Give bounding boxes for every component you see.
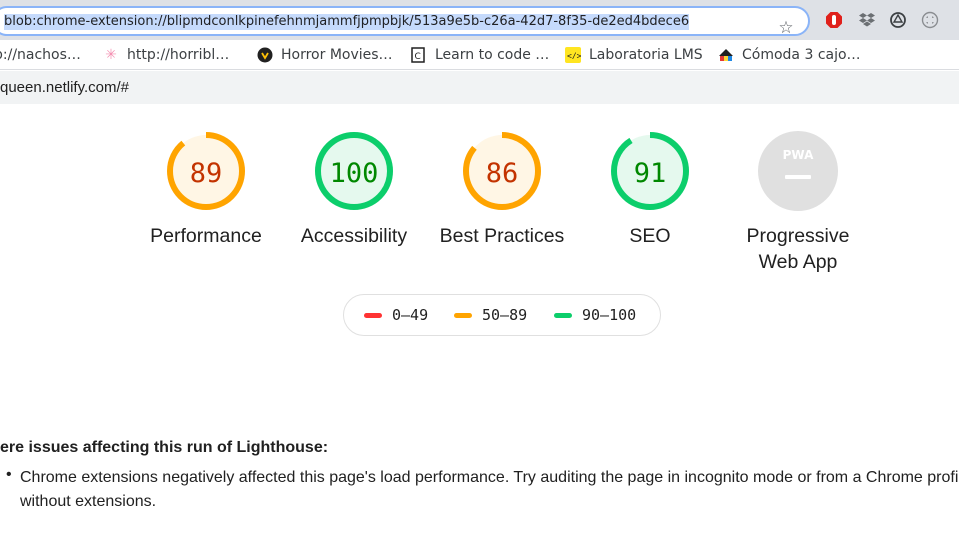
- bookmark-laboratoria[interactable]: </> Laboratoria LMS: [565, 45, 703, 65]
- address-bar[interactable]: blob:chrome-extension://blipmdconlkpinef…: [0, 6, 810, 38]
- extension-icon[interactable]: [921, 11, 939, 29]
- legend-average-swatch: [454, 312, 472, 318]
- pwa-label-line2: Web App: [758, 251, 838, 273]
- sparkle-icon: ✳: [105, 47, 117, 63]
- svg-text:C: C: [415, 52, 421, 62]
- address-bar-url[interactable]: blob:chrome-extension://blipmdconlkpinef…: [4, 14, 690, 30]
- seo-score: 91: [634, 158, 667, 189]
- performance-score: 89: [190, 158, 223, 189]
- seo-score-gauge: 91: [611, 132, 689, 210]
- svg-text:</>: </>: [567, 52, 581, 61]
- gauge-seo[interactable]: 91 SEO: [585, 130, 715, 249]
- dropbox-extension-icon[interactable]: [858, 11, 876, 29]
- seo-label: SEO: [629, 225, 671, 247]
- accessibility-score-gauge: 100: [315, 132, 393, 210]
- best-practices-score-gauge: 86: [463, 132, 541, 210]
- bookmark-learn-to-code[interactable]: C Learn to code …: [411, 45, 549, 65]
- laboratoria-icon: </>: [565, 47, 581, 63]
- gauge-pwa[interactable]: PWA Progressive Web App: [733, 130, 863, 275]
- bookmark-nachos[interactable]: p://nachos…: [0, 45, 81, 65]
- accessibility-label: Accessibility: [300, 225, 408, 247]
- accessibility-score: 100: [330, 158, 379, 189]
- pwa-badge-text: PWA: [783, 148, 814, 162]
- adblock-extension-icon[interactable]: [825, 11, 843, 29]
- pwa-badge-icon: PWA: [758, 131, 838, 211]
- openai-extension-icon[interactable]: [889, 11, 907, 29]
- bookmark-label: p://nachos…: [0, 47, 81, 63]
- store-icon: [719, 49, 733, 61]
- pwa-label: Progressive Web App: [733, 223, 863, 275]
- gauge-performance[interactable]: 89 Performance: [141, 130, 271, 249]
- bookmark-label: Cómoda 3 cajo…: [742, 47, 861, 63]
- best-practices-label: Best Practices: [439, 225, 565, 247]
- gauge-accessibility[interactable]: 100 Accessibility: [289, 130, 419, 249]
- warning-item: Chrome extensions negatively affected th…: [20, 469, 959, 510]
- horror-icon: [257, 47, 273, 63]
- performance-label: Performance: [150, 225, 262, 247]
- legend-fail: 0–49: [364, 306, 428, 324]
- bookmark-label: http://horribl…: [127, 47, 230, 63]
- pwa-label-line1: Progressive: [746, 225, 850, 247]
- legend-pass: 90–100: [554, 306, 636, 324]
- warnings-title: ere issues affecting this run of Lightho…: [0, 439, 329, 456]
- legend-pass-swatch: [554, 312, 572, 318]
- legend-average: 50–89: [454, 306, 527, 324]
- gauge-best-practices[interactable]: 86 Best Practices: [437, 130, 567, 249]
- legend-fail-swatch: [364, 312, 382, 318]
- legend-pass-range: 90–100: [582, 306, 637, 324]
- score-scale-legend: 0–49 50–89 90–100: [343, 294, 661, 336]
- report-url: queen.netlify.com/#: [0, 79, 129, 96]
- bookmark-label: Learn to code …: [435, 47, 550, 63]
- bookmark-label: Horror Movies…: [281, 47, 393, 63]
- report-url-bar: queen.netlify.com/#: [0, 71, 959, 104]
- bookmark-star-icon[interactable]: ☆: [776, 18, 796, 38]
- legend-average-range: 50–89: [482, 306, 528, 324]
- best-practices-score: 86: [486, 158, 519, 189]
- bookmark-horror-movies[interactable]: Horror Movies…: [257, 45, 393, 65]
- legend-fail-range: 0–49: [392, 306, 429, 324]
- bookmark-horribl[interactable]: ✳ http://horribl…: [103, 45, 229, 65]
- performance-score-gauge: 89: [167, 132, 245, 210]
- browser-toolbar: blob:chrome-extension://blipmdconlkpinef…: [0, 0, 959, 40]
- code-icon: C: [411, 47, 425, 63]
- list-bullet: •: [6, 466, 12, 483]
- bookmark-label: Laboratoria LMS: [589, 47, 703, 63]
- bookmark-comoda[interactable]: Cómoda 3 cajo…: [718, 45, 861, 65]
- bookmarks-bar: p://nachos… ✳ http://horribl… Horror Mov…: [0, 40, 959, 70]
